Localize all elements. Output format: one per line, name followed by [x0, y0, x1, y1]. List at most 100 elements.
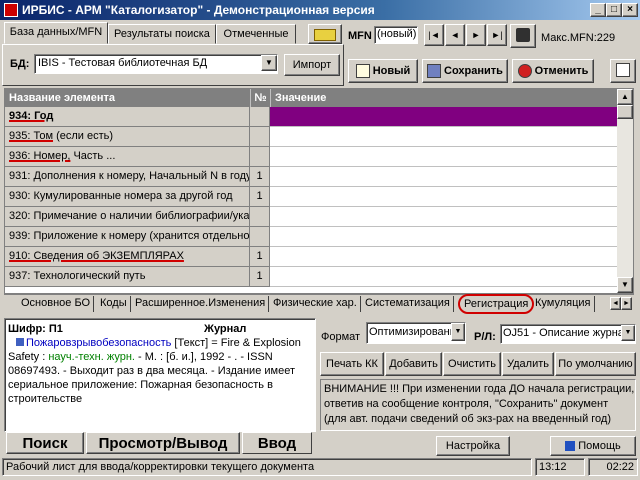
tab-database-mfn[interactable]: База данных/MFN [4, 22, 108, 44]
next-record-button[interactable]: ► [466, 24, 486, 46]
save-button-label: Сохранить [444, 65, 503, 77]
field-name-cell: 910: Сведения об ЭКЗЕМПЛЯРАХ [5, 247, 250, 267]
fields-grid: Название элемента № Значение 934: Год 935… [4, 88, 634, 294]
field-name-cell: 320: Примечание о наличии библиографии/у… [5, 207, 250, 227]
table-row[interactable]: 934: Год [5, 107, 617, 127]
format-label: Формат [321, 331, 361, 343]
field-name-cell: 936: Номер, Часть ... [5, 147, 250, 167]
rl-select[interactable]: OJ51 - Описание журна ▼ [500, 324, 636, 344]
field-value-cell[interactable] [270, 107, 617, 127]
tab-systematization[interactable]: Систематизация [362, 296, 454, 312]
field-name-cell: 937: Технологический путь [5, 267, 250, 287]
table-row[interactable]: 935: Том (если есть) [5, 127, 617, 147]
clear-button[interactable]: Очистить [443, 352, 501, 376]
field-value-cell[interactable] [270, 247, 617, 267]
field-value-cell[interactable] [270, 147, 617, 167]
emphasis-mark: 935: Том [9, 130, 54, 142]
tab-search[interactable]: Поиск [6, 432, 84, 454]
record-line1: [Текст] = Fire & Explosion [171, 337, 301, 349]
table-row[interactable]: 936: Номер, Часть ... [5, 147, 617, 167]
new-button[interactable]: Новый [348, 59, 418, 83]
new-document-icon [355, 64, 370, 79]
help-button[interactable]: Помощь [550, 436, 636, 456]
tab-search-results[interactable]: Результаты поиска [108, 24, 216, 44]
tab-basic-bo[interactable]: Основное БО [18, 296, 95, 312]
field-value-cell[interactable] [270, 167, 617, 187]
cancel-button[interactable]: Отменить [512, 59, 594, 83]
scroll-up-icon[interactable]: ▲ [617, 89, 633, 105]
print-card-button[interactable]: Печать КК [320, 352, 384, 376]
grid-scrollbar[interactable]: ▲ ▼ [617, 89, 633, 293]
warning-line3: (для авт. подачи сведений об экз-рах на … [324, 413, 612, 425]
record-line4: сериальное приложение: Пожарная безопасн… [8, 379, 273, 391]
table-row[interactable]: 939: Приложение к номеру (хранится отдел… [5, 227, 617, 247]
field-number-cell [250, 127, 270, 147]
chevron-down-icon[interactable]: ▼ [261, 55, 277, 71]
tab-registration[interactable]: Регистрация [458, 294, 535, 314]
settings-button[interactable]: Настройка [436, 436, 510, 456]
tab-view-output[interactable]: Просмотр/Вывод [86, 432, 240, 454]
rl-chevron-down-icon[interactable]: ▼ [621, 325, 635, 341]
tab-marked[interactable]: Отмеченные [216, 24, 296, 44]
record-title-link[interactable]: Пожаровзрывобезопасность [26, 337, 171, 349]
format-chevron-down-icon[interactable]: ▼ [451, 323, 465, 341]
table-row[interactable]: 937: Технологический путь 1 [5, 267, 617, 287]
prev-record-button[interactable]: ◄ [445, 24, 465, 46]
tabs-left-icon[interactable]: ◄ [610, 297, 621, 310]
import-button[interactable]: Импорт [284, 54, 340, 76]
scroll-down-icon[interactable]: ▼ [617, 277, 633, 293]
tab-extended-changes[interactable]: Расширенное.Изменения [132, 296, 270, 312]
field-number-cell [250, 227, 270, 247]
field-value-cell[interactable] [270, 127, 617, 147]
add-button[interactable]: Добавить [385, 352, 442, 376]
tabs-right-icon[interactable]: ► [621, 297, 632, 310]
cancel-icon [517, 64, 532, 79]
minimize-button[interactable]: _ [590, 3, 606, 17]
format-select[interactable]: Оптимизированн ▼ [366, 322, 466, 344]
field-name-cell: 939: Приложение к номеру (хранится отдел… [5, 227, 250, 247]
tab-cumulation[interactable]: Кумуляция [532, 296, 595, 312]
record-line2-start: Safety : [8, 351, 49, 363]
table-row[interactable]: 320: Примечание о наличии библиографии/у… [5, 207, 617, 227]
new-button-label: Новый [372, 65, 411, 77]
field-number-cell: 1 [250, 267, 270, 287]
exit-button[interactable] [610, 59, 636, 83]
emphasis-mark: 910: Сведения об ЭКЗЕМПЛЯРАХ [9, 250, 184, 262]
close-button[interactable]: × [622, 3, 638, 17]
status-keys: 13:12 [535, 458, 585, 476]
tools-button[interactable] [308, 24, 342, 44]
record-subtitle-link[interactable]: науч.-техн. журн. [48, 351, 135, 363]
field-value-cell[interactable] [270, 267, 617, 287]
warning-line2: ответив на сообщение контроля, "Сохранит… [324, 398, 609, 410]
tab-physical[interactable]: Физические хар. [270, 296, 361, 312]
tab-input[interactable]: Ввод [242, 432, 312, 454]
table-row[interactable]: 910: Сведения об ЭКЗЕМПЛЯРАХ 1 [5, 247, 617, 267]
field-number-cell [250, 207, 270, 227]
field-value-cell[interactable] [270, 187, 617, 207]
maximize-button[interactable]: □ [606, 3, 622, 17]
field-value-cell[interactable] [270, 227, 617, 247]
first-record-button[interactable]: |◄ [424, 24, 444, 46]
rl-select-value: OJ51 - Описание журна [503, 327, 624, 339]
mfn-input[interactable]: (новый) [374, 26, 418, 44]
scroll-thumb[interactable] [617, 105, 633, 119]
field-value-cell[interactable] [270, 207, 617, 227]
last-record-button[interactable]: ►| [487, 24, 507, 46]
db-select[interactable]: IBIS - Тестовая библиотечная БД ▼ [34, 54, 278, 74]
status-text: Рабочий лист для ввода/корректировки тек… [2, 458, 532, 476]
broom-button[interactable] [510, 24, 536, 48]
warning-line1: ВНИМАНИЕ !!! При изменении года ДО начал… [324, 383, 635, 395]
tab-codes[interactable]: Коды [97, 296, 131, 312]
table-row[interactable]: 930: Кумулированные номера за другой год… [5, 187, 617, 207]
field-number-cell [250, 107, 270, 127]
record-type: Журнал [204, 323, 247, 335]
cancel-button-label: Отменить [534, 65, 589, 77]
delete-button[interactable]: Удалить [502, 352, 554, 376]
save-button[interactable]: Сохранить [422, 59, 508, 83]
default-button[interactable]: По умолчанию [555, 352, 636, 376]
table-row[interactable]: 931: Дополнения к номеру, Начальный N в … [5, 167, 617, 187]
db-select-value: IBIS - Тестовая библиотечная БД [38, 57, 208, 69]
link-icon [16, 338, 24, 346]
field-name-cell: 931: Дополнения к номеру, Начальный N в … [5, 167, 250, 187]
warning-box: ВНИМАНИЕ !!! При изменении года ДО начал… [320, 379, 636, 431]
